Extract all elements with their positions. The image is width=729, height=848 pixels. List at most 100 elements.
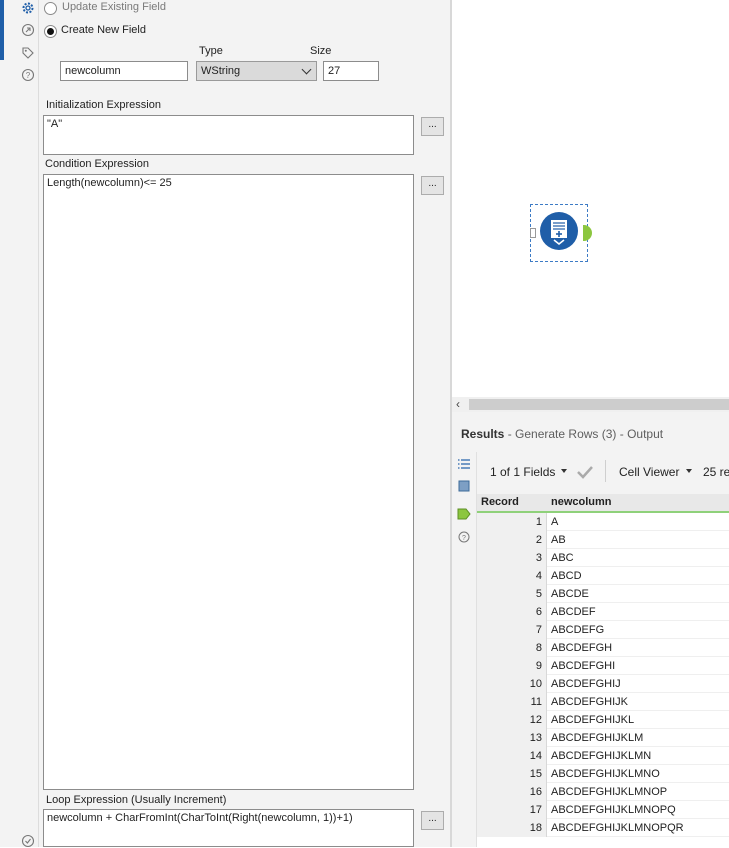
output-data-icon[interactable] <box>457 508 471 520</box>
active-tab-indicator <box>0 0 4 60</box>
scrollbar-thumb[interactable] <box>469 399 729 410</box>
record-count: 25 re <box>703 465 729 479</box>
table-row[interactable]: 13 ABCDEFGHIJKLM <box>477 729 729 747</box>
tag-icon[interactable] <box>21 46 35 60</box>
checkmark-icon[interactable] <box>576 464 594 480</box>
workflow-canvas[interactable] <box>452 0 729 397</box>
table-row[interactable]: 10 ABCDEFGHIJ <box>477 675 729 693</box>
navigate-icon[interactable] <box>21 23 35 37</box>
results-subtitle: - Generate Rows (3) - Output <box>507 427 664 441</box>
table-row[interactable]: 17 ABCDEFGHIJKLMNOPQ <box>477 801 729 819</box>
condition-expression-label: Condition Expression <box>45 158 149 170</box>
fields-selector[interactable]: 1 of 1 Fields <box>490 465 555 479</box>
results-toolbar: 1 of 1 Fields Cell Viewer 25 re <box>477 452 729 492</box>
record-number: 13 <box>477 729 547 747</box>
list-icon[interactable] <box>457 458 471 470</box>
table-row[interactable]: 9 ABCDEFGHI <box>477 657 729 675</box>
cell-value[interactable]: ABCDEFGHIJKLMNO <box>551 765 660 783</box>
field-name-input[interactable]: newcolumn <box>60 61 188 81</box>
table-row[interactable]: 11 ABCDEFGHIJK <box>477 693 729 711</box>
record-number: 5 <box>477 585 547 603</box>
condition-expression-builder-button[interactable]: ... <box>421 176 444 195</box>
record-number: 8 <box>477 639 547 657</box>
cell-value[interactable]: ABCDEFGHIJKL <box>551 711 634 729</box>
results-title: Results - Generate Rows (3) - Output <box>461 427 663 441</box>
cell-value[interactable]: ABCD <box>551 567 582 585</box>
record-number: 2 <box>477 531 547 549</box>
input-data-icon[interactable] <box>458 480 470 492</box>
table-row[interactable]: 6 ABCDEF <box>477 603 729 621</box>
cell-value[interactable]: ABCDEFGHIJ <box>551 675 621 693</box>
results-panel: Results - Generate Rows (3) - Output ? 1… <box>452 412 729 847</box>
table-row[interactable]: 14 ABCDEFGHIJKLMN <box>477 747 729 765</box>
gear-icon[interactable] <box>21 1 35 15</box>
results-title-label: Results <box>461 427 505 441</box>
chevron-down-icon[interactable] <box>561 469 567 473</box>
table-row[interactable]: 18 ABCDEFGHIJKLMNOPQR <box>477 819 729 837</box>
initialization-expression-builder-button[interactable]: ... <box>421 117 444 136</box>
initialization-expression-editor[interactable]: "A" <box>43 115 414 155</box>
table-row[interactable]: 2 AB <box>477 531 729 549</box>
create-new-field-radio[interactable] <box>44 25 57 38</box>
size-input[interactable]: 27 <box>323 61 379 81</box>
create-new-field-label: Create New Field <box>61 24 146 36</box>
help-icon[interactable]: ? <box>458 531 470 543</box>
input-anchor[interactable] <box>530 228 536 238</box>
svg-text:?: ? <box>462 535 466 542</box>
grid-header: Record newcolumn <box>477 494 729 513</box>
record-number: 11 <box>477 693 547 711</box>
cell-viewer-selector[interactable]: Cell Viewer <box>619 465 679 479</box>
record-number: 10 <box>477 675 547 693</box>
column-header-record[interactable]: Record <box>481 496 519 508</box>
record-number: 3 <box>477 549 547 567</box>
table-row[interactable]: 7 ABCDEFG <box>477 621 729 639</box>
table-row[interactable]: 4 ABCD <box>477 567 729 585</box>
cell-value[interactable]: ABCDEFGH <box>551 639 612 657</box>
cell-value[interactable]: ABCDEFGHIJKLM <box>551 729 643 747</box>
type-select[interactable]: WString <box>196 61 317 81</box>
cell-value[interactable]: ABCDEF <box>551 603 596 621</box>
results-side-toolbar: ? <box>452 452 477 847</box>
column-header-newcolumn[interactable]: newcolumn <box>551 496 612 508</box>
output-anchor[interactable] <box>583 225 592 241</box>
cell-value[interactable]: ABCDEFGHIJKLMN <box>551 747 651 765</box>
help-icon[interactable]: ? <box>21 68 35 82</box>
record-number: 4 <box>477 567 547 585</box>
loop-expression-label: Loop Expression (Usually Increment) <box>46 794 227 806</box>
cell-value[interactable]: ABCDEFGHI <box>551 657 615 675</box>
chevron-down-icon[interactable] <box>686 469 692 473</box>
configuration-icon-strip: ? <box>0 0 39 848</box>
table-row[interactable]: 1A <box>477 513 729 531</box>
initialization-expression-label: Initialization Expression <box>46 99 161 111</box>
cell-value[interactable]: ABCDEFG <box>551 621 604 639</box>
table-row[interactable]: 5 ABCDE <box>477 585 729 603</box>
results-grid[interactable]: Record newcolumn 1 A 2 AB 3 ABC 4 ABCD 5 ABCDE 6 AB… <box>477 494 729 847</box>
condition-expression-editor[interactable]: Length(newcolumn)<= 25 <box>43 174 414 790</box>
table-row[interactable]: 16 ABCDEFGHIJKLMNOP <box>477 783 729 801</box>
record-number: 16 <box>477 783 547 801</box>
loop-expression-editor[interactable]: newcolumn + CharFromInt(CharToInt(Right(… <box>43 809 414 847</box>
document-plus-icon <box>551 220 567 246</box>
table-row[interactable]: 3 ABC <box>477 549 729 567</box>
update-existing-field-label: Update Existing Field <box>62 1 166 13</box>
cell-value[interactable]: ABCDEFGHIJKLMNOP <box>551 783 667 801</box>
cell-value[interactable]: A <box>551 513 558 531</box>
record-number: 14 <box>477 747 547 765</box>
check-circle-icon[interactable] <box>21 834 35 848</box>
cell-value[interactable]: ABCDEFGHIJKLMNOPQ <box>551 801 676 819</box>
table-row[interactable]: 8 ABCDEFGH <box>477 639 729 657</box>
cell-value[interactable]: ABC <box>551 549 574 567</box>
table-row[interactable]: 12 ABCDEFGHIJKL <box>477 711 729 729</box>
svg-text:?: ? <box>26 71 31 80</box>
chevron-down-icon <box>301 64 312 75</box>
loop-expression-builder-button[interactable]: ... <box>421 811 444 830</box>
cell-value[interactable]: ABCDE <box>551 585 589 603</box>
update-existing-field-radio[interactable] <box>44 2 57 15</box>
scroll-left-icon[interactable]: ‹ <box>456 397 460 411</box>
cell-value[interactable]: ABCDEFGHIJK <box>551 693 628 711</box>
table-row[interactable]: 15 ABCDEFGHIJKLMNO <box>477 765 729 783</box>
record-number: 6 <box>477 603 547 621</box>
cell-value[interactable]: ABCDEFGHIJKLMNOPQR <box>551 819 684 837</box>
cell-value[interactable]: AB <box>551 531 566 549</box>
canvas-horizontal-scrollbar[interactable]: ‹ <box>452 397 729 412</box>
